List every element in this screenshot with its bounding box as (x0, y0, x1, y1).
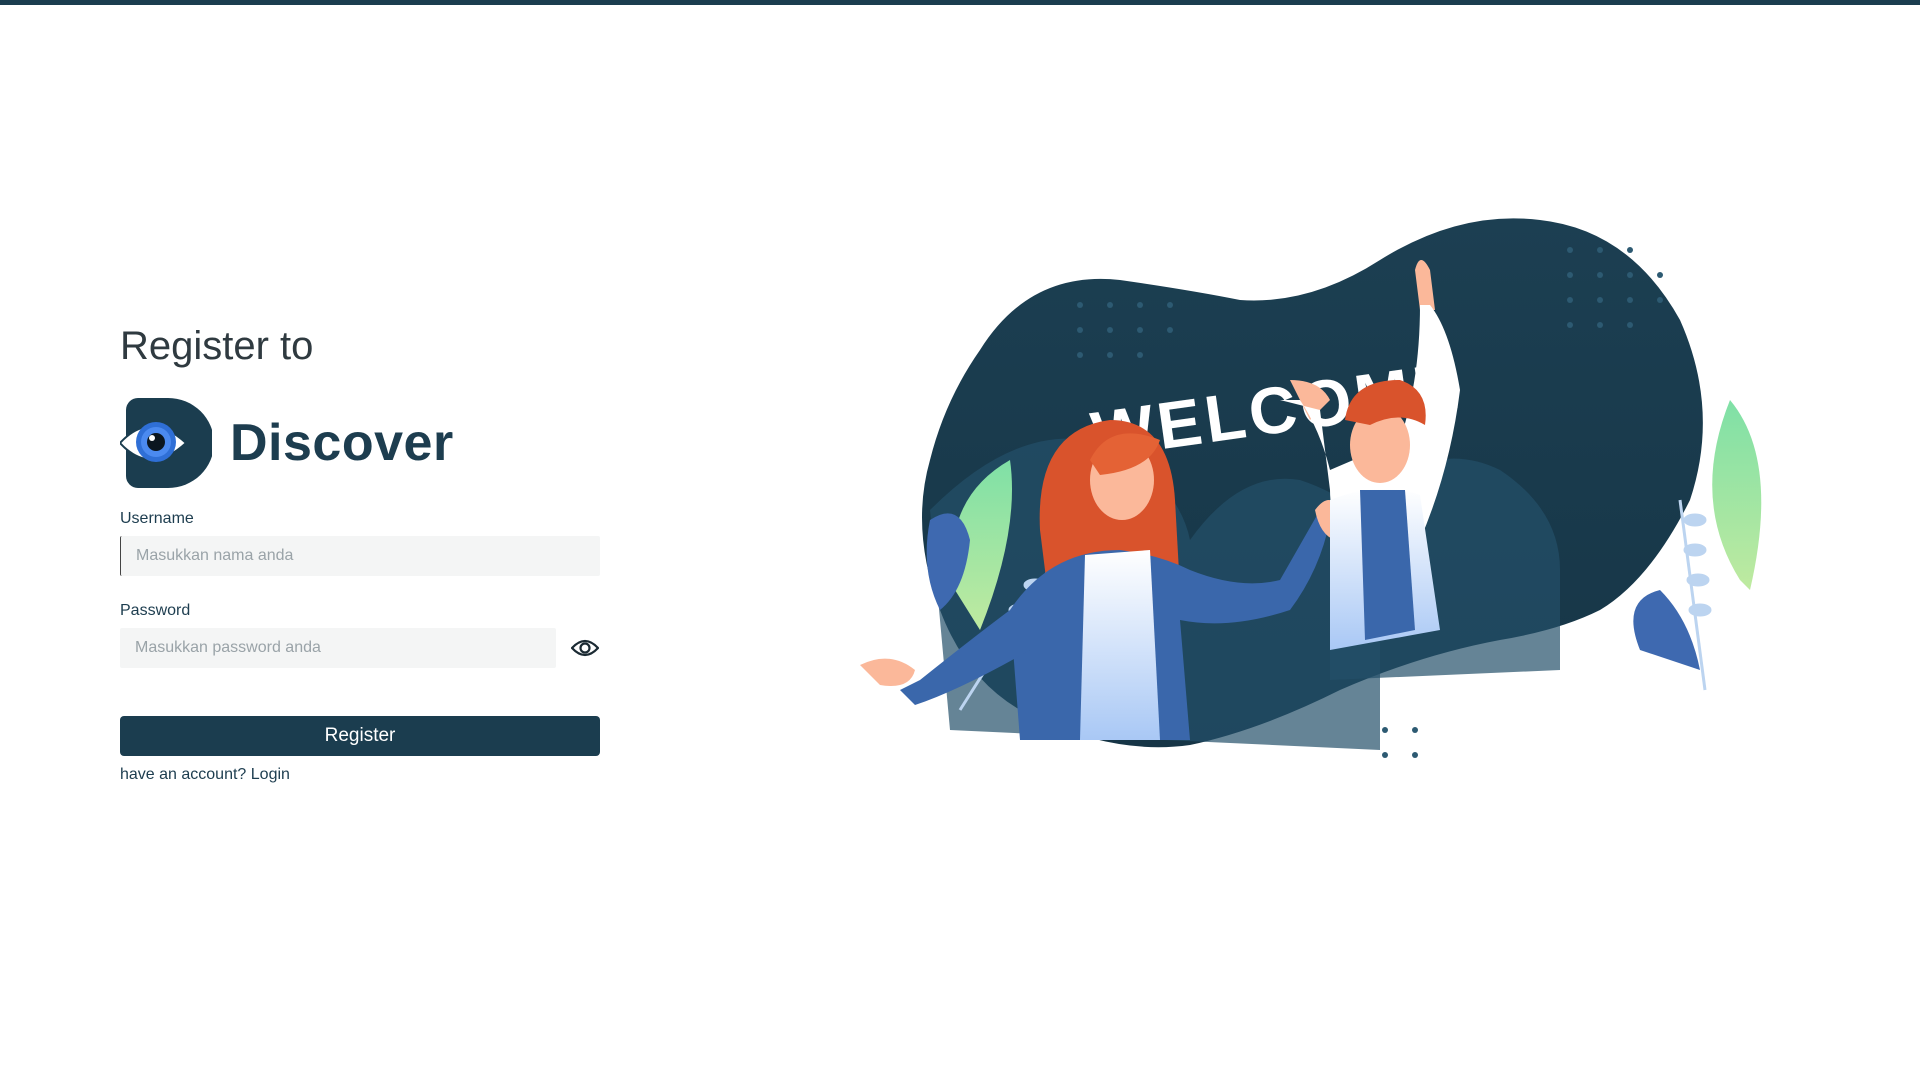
eye-icon[interactable] (570, 633, 600, 663)
username-label: Username (120, 510, 194, 527)
login-prompt: have an account? Login (120, 766, 600, 784)
top-accent-bar (0, 0, 1920, 5)
password-label: Password (120, 602, 191, 619)
password-input[interactable] (120, 628, 556, 668)
username-input[interactable] (120, 536, 600, 576)
brand: Discover (118, 398, 600, 488)
eye-logo-icon (118, 398, 214, 488)
welcome-illustration: WELCOME (860, 210, 1810, 890)
have-account-text: have an account? (120, 766, 251, 783)
login-link[interactable]: Login (251, 766, 290, 783)
password-row (120, 628, 600, 668)
register-form: Register to Discover Username Password (118, 318, 600, 784)
brand-name: Discover (230, 414, 454, 472)
page-title: Register to (120, 324, 314, 368)
register-button[interactable]: Register (120, 716, 600, 756)
username-row (120, 536, 600, 576)
